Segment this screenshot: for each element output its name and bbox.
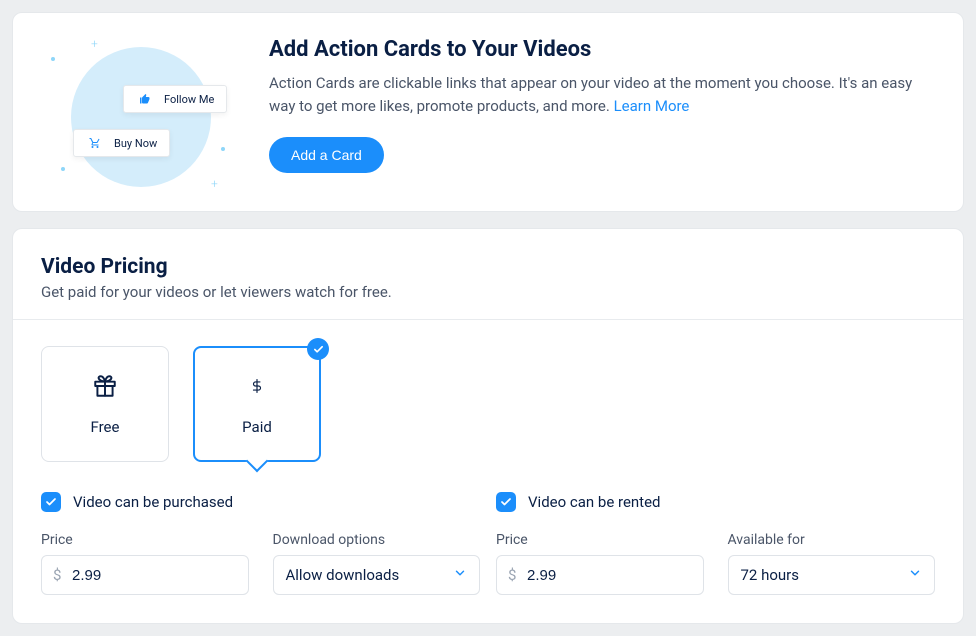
pricing-options: Free Paid (41, 346, 935, 462)
pricing-option-free[interactable]: Free (41, 346, 169, 462)
download-options-label: Download options (273, 532, 481, 548)
purchase-column: Video can be purchased Price $ Download … (41, 492, 480, 595)
video-pricing-panel: Video Pricing Get paid for your videos o… (12, 228, 964, 624)
purchase-checkbox-label: Video can be purchased (73, 493, 233, 511)
add-card-button[interactable]: Add a Card (269, 137, 384, 173)
illustration-buy-label: Buy Now (114, 137, 157, 150)
pricing-header: Video Pricing Get paid for your videos o… (41, 255, 935, 319)
download-options-value: Allow downloads (286, 566, 400, 584)
dollar-icon (250, 372, 264, 400)
purchase-checkbox[interactable] (41, 492, 61, 512)
download-options-field: Download options Allow downloads (273, 532, 481, 595)
action-cards-illustration: + + Follow Me Buy Now (41, 37, 241, 187)
gift-icon (92, 372, 118, 400)
rent-checkbox-label: Video can be rented (528, 493, 661, 511)
download-options-select[interactable]: Allow downloads (273, 555, 481, 595)
thumbs-up-icon (136, 92, 154, 106)
action-cards-description: Action Cards are clickable links that ap… (269, 72, 935, 119)
rent-price-label: Price (496, 532, 704, 548)
pricing-option-paid-label: Paid (242, 418, 272, 436)
purchase-price-input[interactable] (41, 555, 249, 595)
available-for-field: Available for 72 hours (728, 532, 936, 595)
purchase-price-label: Price (41, 532, 249, 548)
pricing-title: Video Pricing (41, 255, 935, 279)
currency-symbol: $ (53, 566, 61, 584)
action-cards-panel: + + Follow Me Buy Now Add Action Cards t… (12, 12, 964, 212)
rent-checkbox[interactable] (496, 492, 516, 512)
action-cards-content: Add Action Cards to Your Videos Action C… (269, 37, 935, 187)
pricing-form: Video can be purchased Price $ Download … (41, 492, 935, 595)
cart-icon (86, 136, 104, 150)
available-for-select[interactable]: 72 hours (728, 555, 936, 595)
chevron-down-icon (908, 566, 922, 584)
purchase-price-field: Price $ (41, 532, 249, 595)
action-cards-title: Add Action Cards to Your Videos (269, 37, 935, 62)
learn-more-link[interactable]: Learn More (614, 97, 690, 115)
rent-price-field: Price $ (496, 532, 704, 595)
check-icon (307, 338, 329, 360)
purchase-checkbox-row: Video can be purchased (41, 492, 480, 512)
pricing-option-paid[interactable]: Paid (193, 346, 321, 462)
available-for-label: Available for (728, 532, 936, 548)
illustration-buy-card: Buy Now (73, 129, 170, 157)
rent-checkbox-row: Video can be rented (496, 492, 935, 512)
pricing-option-free-label: Free (91, 418, 120, 436)
chevron-down-icon (453, 566, 467, 584)
rent-column: Video can be rented Price $ Available fo… (496, 492, 935, 595)
illustration-follow-label: Follow Me (164, 93, 214, 106)
available-for-value: 72 hours (741, 566, 800, 584)
illustration-follow-card: Follow Me (123, 85, 227, 113)
divider (13, 319, 963, 320)
rent-price-input[interactable] (496, 555, 704, 595)
currency-symbol: $ (508, 566, 516, 584)
pricing-subtitle: Get paid for your videos or let viewers … (41, 283, 935, 301)
